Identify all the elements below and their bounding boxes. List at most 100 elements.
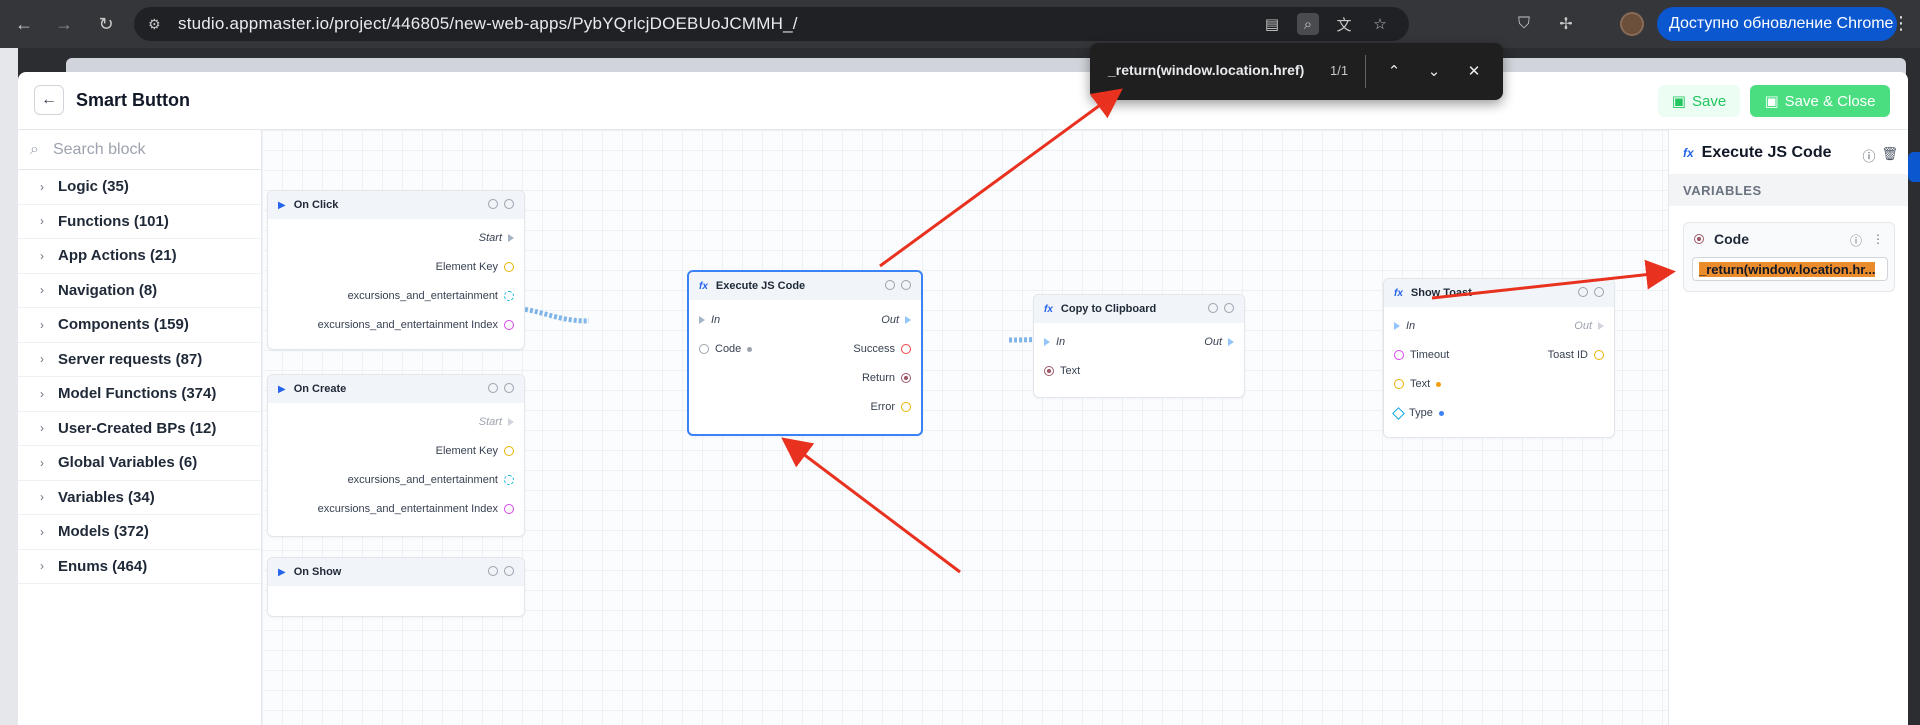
chevron-right-icon: ›	[40, 352, 44, 367]
node-header: ▶ On Create	[268, 375, 524, 403]
back-arrow-icon[interactable]: ←	[10, 10, 38, 38]
address-bar[interactable]: ⚙ studio.appmaster.io/project/446805/new…	[134, 7, 1409, 41]
pin-dot-icon	[504, 262, 514, 272]
pin-type[interactable]: Type	[1392, 406, 1444, 420]
pin-item-index[interactable]: excursions_and_entertainment Index	[318, 319, 514, 331]
comment-icon[interactable]	[504, 566, 514, 576]
pin-error[interactable]: Error	[871, 401, 911, 413]
pin-out[interactable]: Out	[1204, 336, 1234, 348]
node-on-show[interactable]: ▶ On Show	[267, 557, 525, 617]
chevron-down-icon[interactable]: ⌄	[1422, 59, 1446, 83]
pin-element-key[interactable]: Element Key	[436, 445, 514, 457]
node-execute-js[interactable]: fx Execute JS Code In Out Code Success R…	[687, 270, 923, 436]
info-icon[interactable]	[1578, 287, 1588, 297]
pin-code[interactable]: Code	[699, 343, 753, 355]
trash-icon[interactable]: 🗑	[1881, 146, 1898, 165]
shield-extension-icon[interactable]: ⛉	[1512, 12, 1536, 36]
search-block-input[interactable]: ⌕ Search block	[18, 130, 261, 170]
pin-dot-icon	[901, 402, 911, 412]
category-item[interactable]: › User-Created BPs (12)	[18, 412, 261, 446]
variables-section-header: VARIABLES	[1669, 174, 1908, 206]
code-value-field[interactable]: _return(window.location.hr...	[1692, 257, 1888, 281]
puzzle-extensions-icon[interactable]: ✢	[1554, 12, 1578, 36]
category-item[interactable]: › Variables (34)	[18, 481, 261, 515]
chrome-update-button[interactable]: Доступно обновление Chrome	[1657, 7, 1897, 41]
category-item[interactable]: › App Actions (21)	[18, 239, 261, 274]
category-item[interactable]: › Enums (464)	[18, 550, 261, 584]
category-item[interactable]: › Server requests (87)	[18, 343, 261, 377]
category-item[interactable]: › Logic (35)	[18, 170, 261, 205]
category-item[interactable]: › Models (372)	[18, 515, 261, 550]
node-on-create[interactable]: ▶ On Create Start Element Key excursions…	[267, 374, 525, 537]
pin-item[interactable]: excursions_and_entertainment	[348, 290, 514, 302]
pin-dot-icon	[699, 344, 709, 354]
find-input[interactable]: _return(window.location.href)	[1108, 62, 1304, 78]
pin-toast-id[interactable]: Toast ID	[1548, 349, 1604, 361]
function-icon: fx	[1683, 146, 1694, 160]
save-button[interactable]: ▣ Save	[1658, 85, 1740, 117]
profile-avatar[interactable]	[1620, 12, 1644, 36]
info-icon[interactable]	[1208, 303, 1218, 313]
pin-start[interactable]: Start	[479, 232, 514, 244]
pin-out[interactable]: Out	[1574, 320, 1604, 332]
find-in-page-icon[interactable]: ⌕	[1297, 13, 1319, 35]
pin-in[interactable]: In	[1044, 336, 1065, 348]
info-icon[interactable]	[488, 199, 498, 209]
node-show-toast[interactable]: fx Show Toast In Out Timeout Toast ID Te…	[1383, 278, 1615, 438]
category-item[interactable]: › Model Functions (374)	[18, 377, 261, 412]
node-header: fx Execute JS Code	[689, 272, 921, 300]
help-icon[interactable]: ⓘ	[1862, 146, 1875, 165]
help-icon[interactable]: ⓘ	[1850, 232, 1862, 249]
chevron-right-icon: ›	[40, 421, 44, 436]
pin-element-key[interactable]: Element Key	[436, 261, 514, 273]
comment-icon[interactable]	[504, 383, 514, 393]
blueprint-canvas[interactable]: ▶ On Click Start Element Key excursions_…	[262, 130, 1668, 725]
url-text[interactable]: studio.appmaster.io/project/446805/new-w…	[178, 14, 798, 34]
site-settings-icon[interactable]: ⚙	[148, 16, 168, 33]
reload-icon[interactable]: ↻	[92, 10, 120, 38]
clipboard-icon[interactable]: ▤	[1261, 13, 1283, 35]
close-icon[interactable]: ✕	[1462, 59, 1486, 83]
node-copy-clipboard[interactable]: fx Copy to Clipboard In Out Text	[1033, 294, 1245, 398]
pin-in[interactable]: In	[699, 314, 720, 326]
pin-connected-icon	[901, 373, 911, 383]
more-options-icon[interactable]: ⋮	[1872, 232, 1884, 249]
chevron-right-icon: ›	[40, 490, 44, 505]
category-item[interactable]: › Navigation (8)	[18, 274, 261, 308]
pin-text[interactable]: Text	[1394, 378, 1442, 390]
pin-timeout[interactable]: Timeout	[1394, 349, 1449, 361]
info-icon[interactable]	[488, 566, 498, 576]
info-icon[interactable]	[488, 383, 498, 393]
category-item[interactable]: › Components (159)	[18, 308, 261, 343]
category-item[interactable]: › Functions (101)	[18, 205, 261, 239]
comment-icon[interactable]	[504, 199, 514, 209]
bookmark-star-icon[interactable]: ☆	[1369, 13, 1391, 35]
comment-icon[interactable]	[1224, 303, 1234, 313]
category-label: App Actions (21)	[58, 247, 177, 265]
pin-in[interactable]: In	[1394, 320, 1415, 332]
pin-item[interactable]: excursions_and_entertainment	[348, 474, 514, 486]
comment-icon[interactable]	[1594, 287, 1604, 297]
category-label: Model Functions (374)	[58, 385, 217, 403]
pin-out[interactable]: Out	[881, 314, 911, 326]
pin-return[interactable]: Return	[862, 372, 911, 384]
pin-text[interactable]: Text	[1044, 365, 1080, 377]
search-icon: ⌕	[30, 140, 39, 158]
node-on-click[interactable]: ▶ On Click Start Element Key excursions_…	[267, 190, 525, 350]
forward-arrow-icon[interactable]: →	[50, 10, 78, 38]
pin-item-index[interactable]: excursions_and_entertainment Index	[318, 503, 514, 515]
pin-success[interactable]: Success	[853, 343, 911, 355]
translate-icon[interactable]: 文	[1333, 13, 1355, 35]
properties-panel: fx Execute JS Code ⓘ 🗑 VARIABLES Code ⓘ …	[1668, 130, 1908, 725]
comment-icon[interactable]	[901, 280, 911, 290]
category-item[interactable]: › Global Variables (6)	[18, 446, 261, 481]
browser-menu-icon[interactable]: ⋮	[1892, 13, 1910, 34]
chevron-right-icon: ›	[40, 386, 44, 401]
chevron-up-icon[interactable]: ⌃	[1382, 59, 1406, 83]
back-button[interactable]: ←	[34, 85, 64, 115]
info-icon[interactable]	[885, 280, 895, 290]
pin-start[interactable]: Start	[479, 416, 514, 428]
variable-name: Code	[1714, 231, 1749, 247]
save-close-button[interactable]: ▣ Save & Close	[1750, 85, 1890, 117]
pin-array-icon	[504, 475, 514, 485]
